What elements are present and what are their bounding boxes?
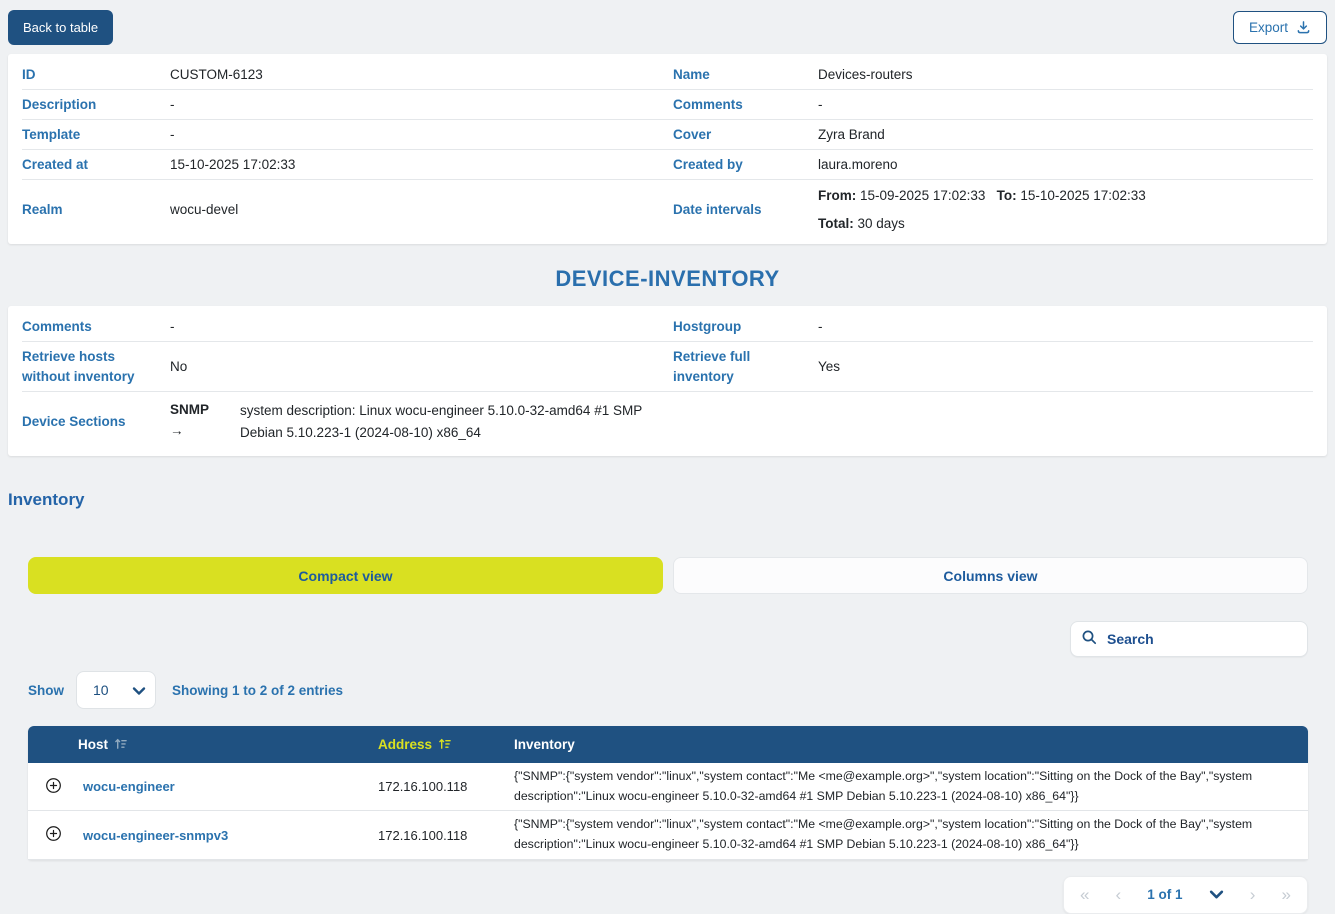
search-input[interactable] — [1107, 631, 1297, 647]
summary-row: Created at 15-10-2025 17:02:33 Created b… — [22, 150, 1313, 180]
pagination-area: « ‹ 1 of 1 › » — [0, 876, 1308, 914]
summary-row: Description - Comments - — [22, 90, 1313, 120]
arrow-right-icon: → — [170, 421, 240, 441]
field-value: No — [170, 357, 673, 377]
snmp-section-text: system description: Linux wocu-engineer … — [240, 400, 660, 443]
total-label: Total: — [818, 216, 854, 231]
field-value: - — [170, 95, 673, 115]
to-value: 15-10-2025 17:02:33 — [1020, 188, 1145, 203]
export-button[interactable]: Export — [1233, 11, 1327, 44]
from-value: 15-09-2025 17:02:33 — [860, 188, 985, 203]
page-indicator: 1 of 1 — [1147, 887, 1182, 902]
device-sections-row: Device Sections SNMP → system descriptio… — [22, 392, 1313, 452]
summary-row: ID CUSTOM-6123 Name Devices-routers — [22, 60, 1313, 90]
inventory-table: Host Address Inventory — [28, 726, 1308, 860]
field-value: - — [818, 317, 1313, 337]
device-row: Retrieve hosts without inventory No Retr… — [22, 342, 1313, 392]
column-header-label: Inventory — [514, 737, 575, 752]
search-container — [1070, 621, 1308, 657]
page-title: DEVICE-INVENTORY — [0, 266, 1335, 292]
sort-icon — [114, 737, 127, 753]
to-label: To: — [997, 188, 1017, 203]
inventory-json-value: {"SNMP":{"system vendor":"linux","system… — [514, 763, 1308, 810]
field-value: Zyra Brand — [818, 125, 1313, 145]
table-controls: Show 10 Showing 1 to 2 of 2 entries — [28, 671, 1335, 709]
field-value: - — [170, 125, 673, 145]
field-label: Created by — [673, 155, 818, 175]
field-label: Hostgroup — [673, 317, 818, 337]
field-label: Created at — [22, 155, 170, 175]
address-value: 172.16.100.118 — [378, 779, 514, 794]
sort-icon-active — [438, 737, 451, 753]
field-label: Template — [22, 125, 170, 145]
device-row: Comments - Hostgroup - — [22, 312, 1313, 342]
next-page-button[interactable]: › — [1250, 886, 1256, 903]
top-toolbar: Back to table Export — [0, 0, 1335, 54]
expand-row-button[interactable] — [28, 825, 78, 845]
expand-row-button[interactable] — [28, 777, 78, 797]
field-value: Yes — [818, 357, 1313, 377]
back-to-table-button[interactable]: Back to table — [8, 10, 113, 45]
inventory-json-value: {"SNMP":{"system vendor":"linux","system… — [514, 811, 1308, 858]
field-value: Devices-routers — [818, 65, 1313, 85]
page-select-chevron-down-icon[interactable] — [1209, 889, 1224, 900]
table-row: wocu-engineer 172.16.100.118 {"SNMP":{"s… — [28, 763, 1308, 811]
page-size-select-wrap: 10 — [76, 671, 156, 709]
table-row: wocu-engineer-snmpv3 172.16.100.118 {"SN… — [28, 811, 1308, 859]
field-label: Comments — [673, 95, 818, 115]
inventory-section-title: Inventory — [8, 490, 1335, 510]
show-label: Show — [28, 683, 64, 698]
device-inventory-card: Comments - Hostgroup - Retrieve hosts wi… — [8, 306, 1327, 456]
field-value: 15-10-2025 17:02:33 — [170, 155, 673, 175]
field-label: Retrieve hosts without inventory — [22, 347, 170, 386]
search-area — [0, 621, 1308, 657]
total-value: 30 days — [858, 216, 905, 231]
field-label: Name — [673, 65, 818, 85]
field-label: Realm — [22, 200, 170, 220]
date-intervals-value: From: 15-09-2025 17:02:33 To: 15-10-2025… — [818, 184, 1313, 235]
export-button-label: Export — [1249, 20, 1288, 35]
view-toggle-group: Compact view Columns view — [28, 557, 1308, 594]
column-header-label: Host — [78, 737, 108, 752]
host-link[interactable]: wocu-engineer-snmpv3 — [78, 828, 378, 843]
field-label: Device Sections — [22, 412, 170, 432]
column-header-inventory: Inventory — [514, 737, 1308, 752]
table-header-row: Host Address Inventory — [28, 726, 1308, 763]
search-icon — [1081, 629, 1107, 649]
snmp-section-key: SNMP → — [170, 400, 240, 441]
field-value: - — [818, 95, 1313, 115]
circle-plus-icon — [45, 825, 62, 845]
field-value: CUSTOM-6123 — [170, 65, 673, 85]
summary-row-realm-dates: Realm wocu-devel Date intervals From: 15… — [22, 180, 1313, 240]
field-label: Retrieve full inventory — [673, 347, 818, 386]
snmp-label: SNMP — [170, 402, 209, 417]
download-icon — [1296, 20, 1311, 35]
device-sections-value: SNMP → system description: Linux wocu-en… — [170, 392, 1313, 451]
summary-row: Template - Cover Zyra Brand — [22, 120, 1313, 150]
column-header-address[interactable]: Address — [378, 737, 514, 753]
columns-view-button[interactable]: Columns view — [673, 557, 1308, 594]
host-link[interactable]: wocu-engineer — [78, 779, 378, 794]
column-header-host[interactable]: Host — [78, 737, 378, 753]
field-value: wocu-devel — [170, 200, 673, 220]
field-value: laura.moreno — [818, 155, 1313, 175]
previous-page-button[interactable]: ‹ — [1116, 886, 1122, 903]
showing-entries-text: Showing 1 to 2 of 2 entries — [172, 683, 343, 698]
field-label: Date intervals — [673, 200, 818, 220]
pagination: « ‹ 1 of 1 › » — [1063, 876, 1308, 914]
field-label: ID — [22, 65, 170, 85]
from-label: From: — [818, 188, 856, 203]
compact-view-button[interactable]: Compact view — [28, 557, 663, 594]
field-value: - — [170, 317, 673, 337]
field-label: Comments — [22, 317, 170, 337]
field-label: Cover — [673, 125, 818, 145]
field-label: Description — [22, 95, 170, 115]
page-size-select[interactable]: 10 — [76, 671, 156, 709]
address-value: 172.16.100.118 — [378, 828, 514, 843]
first-page-button[interactable]: « — [1080, 886, 1089, 903]
last-page-button[interactable]: » — [1281, 886, 1290, 903]
circle-plus-icon — [45, 777, 62, 797]
column-header-label: Address — [378, 737, 432, 752]
summary-card: ID CUSTOM-6123 Name Devices-routers Desc… — [8, 54, 1327, 244]
